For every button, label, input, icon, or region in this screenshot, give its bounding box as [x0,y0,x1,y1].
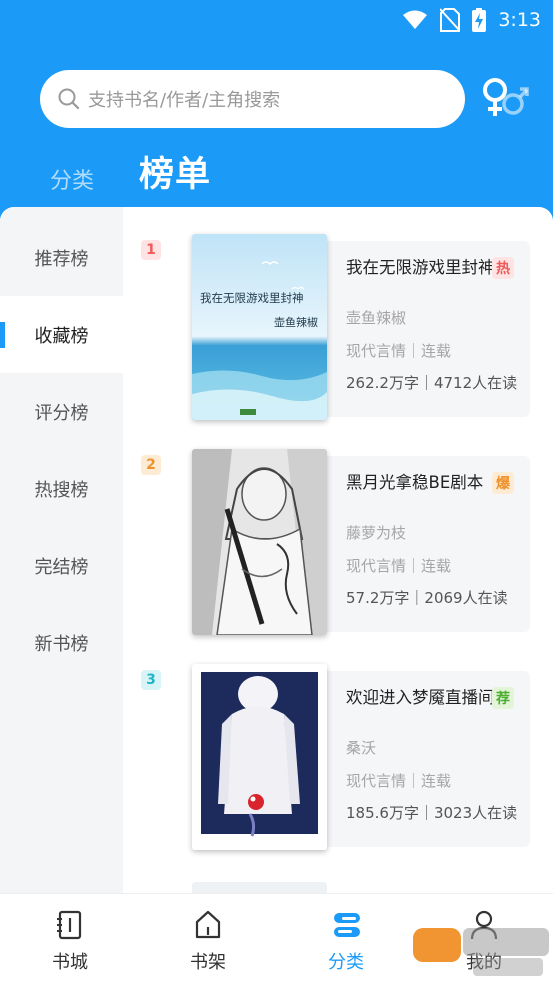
tab-category[interactable]: 分类 [50,163,94,195]
book-stats: 262.2万字｜4712人在读 [346,374,518,392]
tab-ranking[interactable]: 榜单 [139,146,211,197]
sidebar-item-label: 新书榜 [34,633,89,655]
book-item[interactable]: 2 黑月光拿稳BE剧本 爆 藤萝为枝 现代言情｜连载 57.2万字｜2069人在… [123,422,553,635]
battery-charging-icon [472,8,487,32]
nav-label: 书架 [190,952,226,973]
ranking-sidebar: 推荐榜 收藏榜 评分榜 热搜榜 完结榜 新书榜 [0,207,123,897]
nav-category[interactable]: 分类 [286,894,406,983]
book-genre: 现代言情｜连载 [346,342,452,360]
status-bar: 3:13 [402,6,541,34]
sidebar-item-label: 热搜榜 [34,479,89,501]
book-cover[interactable]: 我在无限游戏里封神 壶鱼辣椒 [192,234,327,420]
search-placeholder: 支持书名/作者/主角搜索 [88,90,281,111]
gender-switch-icon[interactable] [480,76,530,120]
sidebar-item-label: 推荐榜 [34,248,89,270]
book-genre: 现代言情｜连载 [346,557,452,575]
recommend-tag: 荐 [492,687,514,709]
book-item[interactable]: 3 欢迎进入梦魇直播间 荐 桑沃 现代言情｜连载 185.6万字｜3023人在读 [123,637,553,850]
book-cover[interactable] [192,664,327,850]
active-indicator [0,322,5,348]
book-title[interactable]: 我在无限游戏里封神 [346,257,496,278]
wifi-icon [403,10,428,29]
book-stats: 57.2万字｜2069人在读 [346,589,508,607]
watermark-logo [413,928,549,976]
rank-badge: 1 [141,240,161,260]
sidebar-item-hot-search[interactable]: 热搜榜 [0,450,123,527]
cover-title: 我在无限游戏里封神 [200,291,304,305]
book-city-icon [57,910,82,940]
book-item[interactable]: 1 我在无限游戏里封神 壶鱼辣椒 我在无限游戏里封神 热 壶鱼辣椒 现代言情｜连… [123,207,553,420]
sidebar-item-label: 完结榜 [34,556,89,578]
cover-art [192,664,327,850]
ranking-panel: 推荐榜 收藏榜 评分榜 热搜榜 完结榜 新书榜 1 我在无限游戏里封神 壶鱼辣椒… [0,207,553,897]
book-author: 壶鱼辣椒 [346,309,407,327]
sidebar-item-completed[interactable]: 完结榜 [0,527,123,604]
book-author: 桑沃 [346,739,377,757]
nav-label: 书城 [52,952,88,973]
search-bar[interactable]: 支持书名/作者/主角搜索 [40,70,465,128]
explosive-tag: 爆 [492,472,514,494]
sidebar-item-favorites[interactable]: 收藏榜 [0,296,123,373]
header: 3:13 支持书名/作者/主角搜索 分类 榜单 [0,0,553,230]
rank-badge: 2 [141,455,161,475]
cover-art [192,449,327,635]
category-icon [334,913,360,937]
book-title[interactable]: 黑月光拿稳BE剧本 [346,472,496,493]
search-icon [58,88,80,110]
sidebar-item-recommend[interactable]: 推荐榜 [0,219,123,296]
book-genre: 现代言情｜连载 [346,772,452,790]
nav-book-city[interactable]: 书城 [10,894,130,983]
sidebar-item-new-books[interactable]: 新书榜 [0,604,123,681]
sidebar-item-label: 评分榜 [34,402,89,424]
book-author: 藤萝为枝 [346,524,407,542]
cover-author: 壶鱼辣椒 [274,316,318,329]
hot-tag: 热 [492,257,514,279]
rank-badge: 3 [141,670,161,690]
bookshelf-icon [195,910,221,939]
nav-bookshelf[interactable]: 书架 [148,894,268,983]
no-sim-icon [440,8,461,32]
book-title[interactable]: 欢迎进入梦魇直播间 [346,687,496,708]
clock: 3:13 [498,9,541,31]
sidebar-item-label: 收藏榜 [34,325,89,347]
book-cover[interactable] [192,449,327,635]
nav-label: 分类 [328,952,364,973]
book-stats: 185.6万字｜3023人在读 [346,804,518,822]
sidebar-item-rating[interactable]: 评分榜 [0,373,123,450]
